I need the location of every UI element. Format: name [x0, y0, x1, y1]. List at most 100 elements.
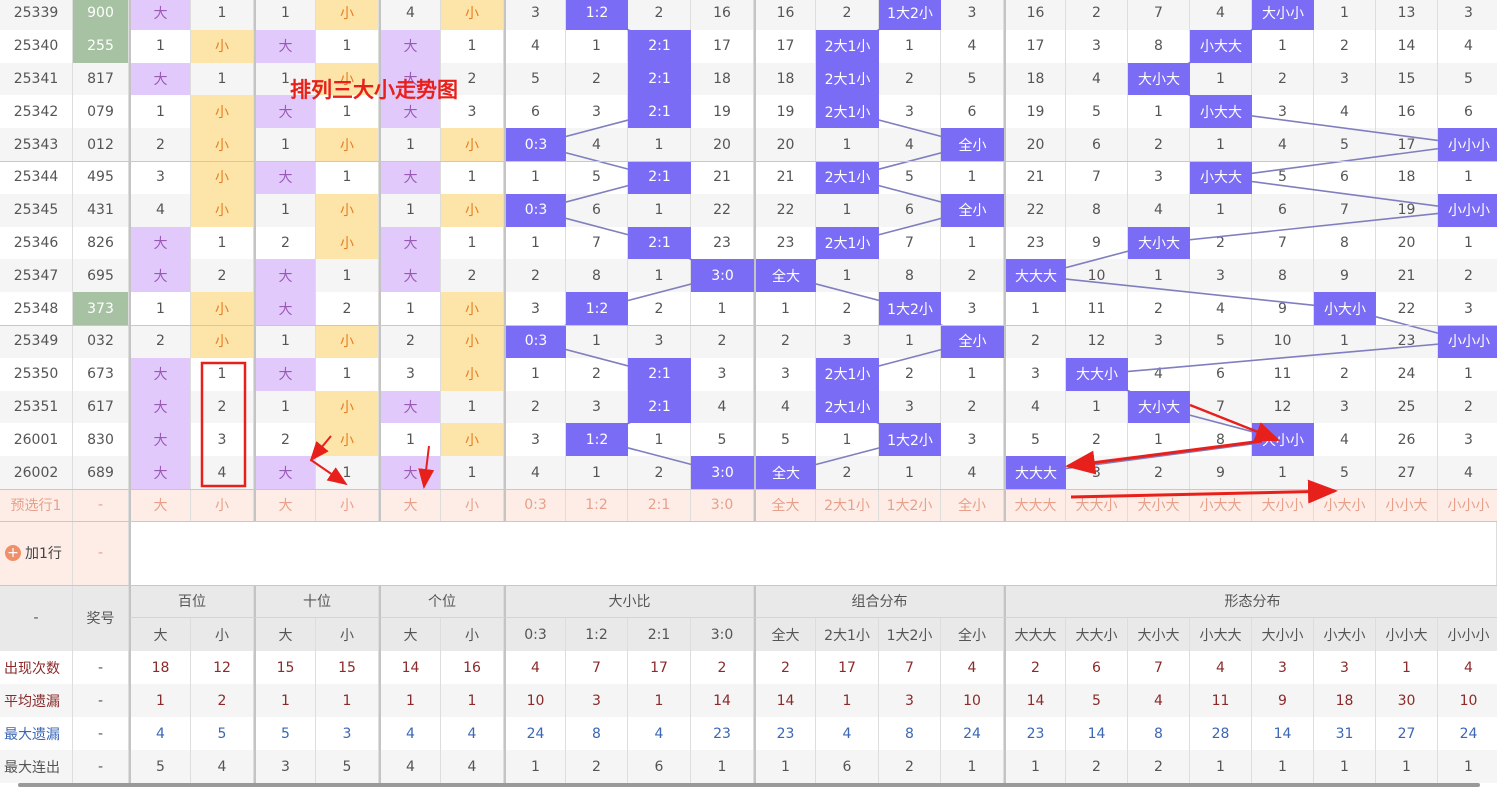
miss-count-cell: 3 [1252, 95, 1314, 129]
stats-value: 2 [1128, 750, 1190, 783]
preselect-option[interactable]: 大小小 [1252, 489, 1314, 521]
header-subcolumn: 小大小 [1314, 618, 1376, 651]
miss-count-cell: 1 [1314, 325, 1376, 358]
hit-marker-cell: 小大大 [1190, 29, 1252, 63]
hit-big-cell: 大 [129, 357, 191, 391]
header-group: 个位 [379, 585, 504, 618]
group-divider [0, 325, 1497, 326]
miss-count-cell: 4 [941, 456, 1004, 489]
miss-count-cell: 3 [379, 357, 441, 391]
miss-count-cell: 3 [879, 95, 941, 129]
hit-big-cell: 大 [129, 259, 191, 293]
miss-count-cell: 18 [691, 62, 754, 96]
hit-marker-cell: 2:1 [628, 95, 691, 129]
miss-count-cell: 6 [1066, 128, 1128, 161]
period-cell: 26002 [0, 456, 73, 489]
preselect-option[interactable]: 小小小 [1438, 489, 1497, 521]
preselect-option[interactable]: 小 [441, 489, 504, 521]
preselect-option[interactable]: 3:0 [691, 489, 754, 521]
miss-count-cell: 8 [1128, 29, 1190, 63]
preselect-option[interactable]: 小大大 [1190, 489, 1252, 521]
preselect-option[interactable]: 小 [191, 489, 254, 521]
miss-count-cell: 3 [1438, 423, 1497, 456]
draw-number-cell: 673 [73, 357, 129, 391]
header-subcolumn: 1:2 [566, 618, 628, 651]
preselect-option[interactable]: 大 [254, 489, 316, 521]
preselect-option[interactable]: 大大大 [1004, 489, 1066, 521]
preselect-option[interactable]: 1大2小 [879, 489, 941, 521]
period-cell: 25349 [0, 325, 73, 358]
preselect-number: - [73, 489, 129, 521]
miss-count-cell: 2 [504, 390, 566, 424]
miss-count-cell: 7 [1252, 226, 1314, 260]
hit-marker-cell: 大大大 [1004, 456, 1066, 489]
preselect-option[interactable]: 1:2 [566, 489, 628, 521]
horizontal-scrollbar[interactable] [18, 783, 1480, 787]
hit-marker-cell: 小小小 [1438, 325, 1497, 358]
hit-marker-cell: 2大1小 [816, 29, 879, 63]
miss-count-cell: 19 [1376, 193, 1438, 227]
miss-count-cell: 1 [628, 259, 691, 293]
stats-value: 7 [879, 651, 941, 684]
miss-count-cell: 8 [1066, 193, 1128, 227]
preselect-option[interactable]: 0:3 [504, 489, 566, 521]
hit-marker-cell: 1:2 [566, 0, 628, 30]
miss-count-cell: 2 [316, 292, 379, 325]
hit-marker-cell: 2:1 [628, 62, 691, 96]
stats-label: 出现次数 [0, 651, 73, 684]
miss-count-cell: 2 [879, 62, 941, 96]
miss-count-cell: 13 [1376, 0, 1438, 30]
draw-number-cell: 495 [73, 161, 129, 194]
stats-value: 18 [1314, 684, 1376, 717]
miss-count-cell: 2 [816, 0, 879, 30]
hit-big-cell: 大 [129, 456, 191, 489]
miss-count-cell: 23 [1004, 226, 1066, 260]
preselect-option[interactable]: 大大小 [1066, 489, 1128, 521]
stats-value: 1 [1190, 750, 1252, 783]
stats-value: 7 [566, 651, 628, 684]
preselect-option[interactable]: 全小 [941, 489, 1004, 521]
stats-value: 24 [1438, 717, 1497, 750]
preselect-option[interactable]: 大小大 [1128, 489, 1190, 521]
preselect-option[interactable]: 小 [316, 489, 379, 521]
miss-count-cell: 7 [879, 226, 941, 260]
miss-count-cell: 1 [879, 456, 941, 489]
miss-count-cell: 5 [1004, 423, 1066, 457]
period-cell: 25339 [0, 0, 73, 30]
header-subcolumn: 小小大 [1376, 618, 1438, 651]
stats-value: 1 [1314, 750, 1376, 783]
miss-count-cell: 2 [754, 325, 816, 358]
hit-marker-cell: 2大1小 [816, 62, 879, 96]
hit-big-cell: 大 [129, 0, 191, 30]
hit-marker-cell: 小大大 [1190, 161, 1252, 194]
preselect-option[interactable]: 小小大 [1376, 489, 1438, 521]
add-row-button[interactable]: + 加1行 [0, 521, 73, 585]
hit-big-cell: 大 [254, 456, 316, 489]
preselect-option[interactable]: 大 [379, 489, 441, 521]
preselect-option[interactable]: 全大 [754, 489, 816, 521]
stats-value: 5 [129, 750, 191, 783]
hit-big-cell: 大 [254, 357, 316, 391]
miss-count-cell: 1 [441, 456, 504, 489]
miss-count-cell: 2 [879, 357, 941, 391]
miss-count-cell: 3 [1004, 357, 1066, 391]
header-group: 大小比 [504, 585, 754, 618]
miss-count-cell: 2 [1438, 259, 1497, 292]
miss-count-cell: 1 [254, 0, 316, 30]
miss-count-cell: 2 [1128, 456, 1190, 489]
preselect-option[interactable]: 2大1小 [816, 489, 879, 521]
hit-small-cell: 小 [191, 292, 254, 325]
preselect-option[interactable]: 小大小 [1314, 489, 1376, 521]
hit-small-cell: 小 [316, 325, 379, 358]
draw-number-cell: 830 [73, 423, 129, 457]
hit-marker-cell: 0:3 [504, 193, 566, 227]
miss-count-cell: 5 [1438, 63, 1497, 96]
miss-count-cell: 9 [1066, 226, 1128, 260]
preselect-option[interactable]: 2:1 [628, 489, 691, 521]
miss-count-cell: 1 [1438, 161, 1497, 194]
hit-small-cell: 小 [316, 226, 379, 260]
stats-value: 1 [379, 684, 441, 717]
preselect-option[interactable]: 大 [129, 489, 191, 521]
miss-count-cell: 1 [379, 423, 441, 457]
miss-count-cell: 2 [628, 292, 691, 325]
